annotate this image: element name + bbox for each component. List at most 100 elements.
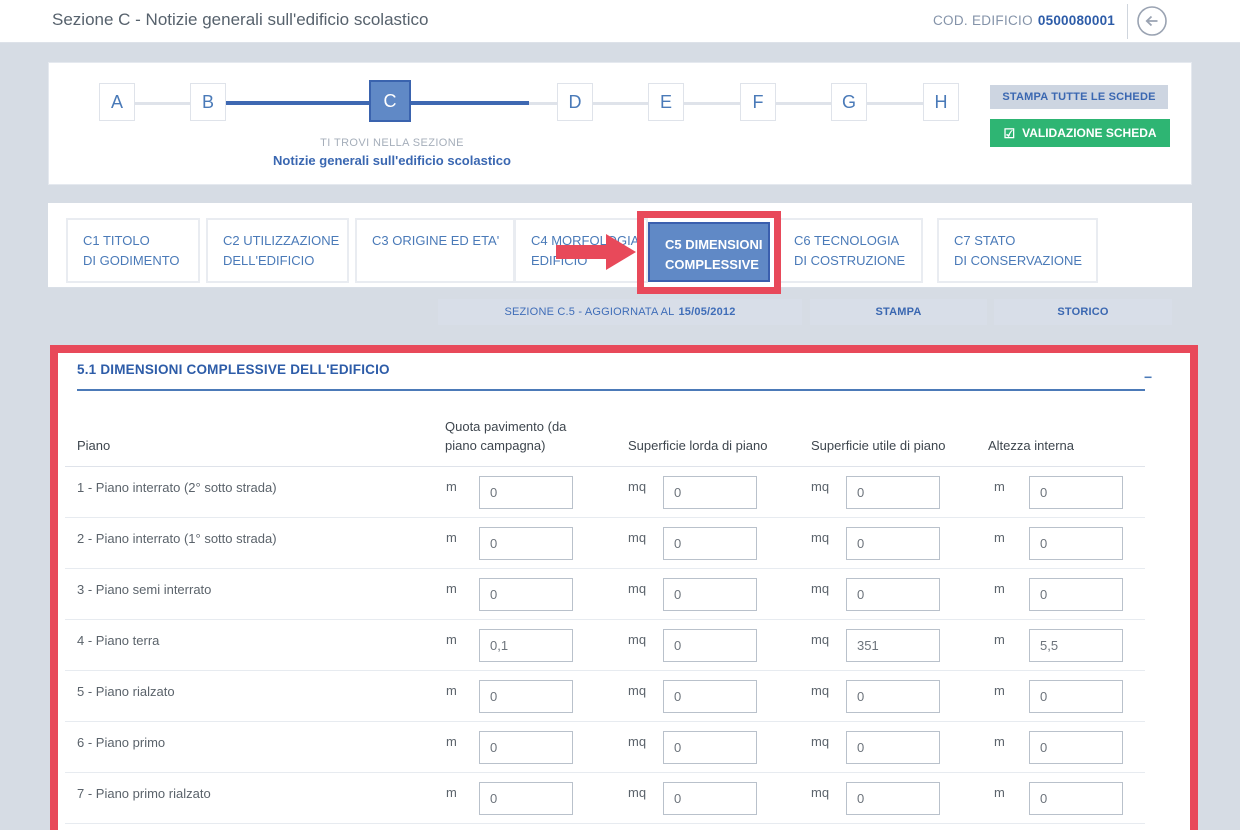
stepper-caption: TI TROVI NELLA SEZIONE: [242, 137, 542, 149]
tab-c5[interactable]: C5 DIMENSIONI COMPLESSIVE: [648, 222, 770, 282]
step-d[interactable]: D: [557, 83, 593, 121]
unit-label: m: [994, 683, 1005, 698]
unit-label: m: [994, 734, 1005, 749]
tab-c1[interactable]: C1 TITOLO DI GODIMENTO: [66, 218, 200, 283]
validate-button-label: VALIDAZIONE SCHEDA: [1022, 126, 1156, 140]
table-row: 1 - Piano interrato (2° sotto strada) m …: [65, 467, 1145, 518]
unit-label: m: [994, 581, 1005, 596]
collapse-button[interactable]: −: [1144, 369, 1152, 385]
altezza-input[interactable]: [1029, 476, 1123, 509]
quota-input[interactable]: [479, 782, 573, 815]
quota-input[interactable]: [479, 680, 573, 713]
floor-label: 3 - Piano semi interrato: [77, 582, 211, 597]
floors-table: 1 - Piano interrato (2° sotto strada) m …: [65, 467, 1145, 824]
quota-input[interactable]: [479, 527, 573, 560]
page-title: Sezione C - Notizie generali sull'edific…: [52, 10, 428, 30]
header-bar: Sezione C - Notizie generali sull'edific…: [0, 0, 1240, 43]
step-b[interactable]: B: [190, 83, 226, 121]
section-stepper-card: A B C D E F G H TI TROVI NELLA SEZIONE N…: [48, 62, 1192, 185]
lorda-input[interactable]: [663, 680, 757, 713]
floor-label: 4 - Piano terra: [77, 633, 159, 648]
unit-label: m: [446, 785, 457, 800]
stepper-section-name: Notizie generali sull'edificio scolastic…: [192, 153, 592, 168]
quota-input[interactable]: [479, 476, 573, 509]
column-header-altezza: Altezza interna: [988, 437, 1074, 456]
tab-c7[interactable]: C7 STATO DI CONSERVAZIONE: [937, 218, 1098, 283]
tab-c4[interactable]: C4 MORFOLOGIA EDIFICIO: [514, 218, 648, 283]
check-square-icon: ☑: [1003, 127, 1015, 140]
utile-input[interactable]: [846, 629, 940, 662]
table-row: 5 - Piano rialzato m mq mq m: [65, 671, 1145, 722]
lorda-input[interactable]: [663, 578, 757, 611]
tab-c3[interactable]: C3 ORIGINE ED ETA': [355, 218, 515, 283]
utile-input[interactable]: [846, 476, 940, 509]
unit-label: m: [446, 632, 457, 647]
print-button[interactable]: STAMPA: [810, 299, 987, 325]
column-header-lorda: Superficie lorda di piano: [628, 437, 767, 456]
unit-label: mq: [628, 530, 646, 545]
section-updated-badge: SEZIONE C.5 - AGGIORNATA AL15/05/2012: [438, 299, 802, 325]
unit-label: m: [994, 785, 1005, 800]
altezza-input[interactable]: [1029, 527, 1123, 560]
utile-input[interactable]: [846, 782, 940, 815]
lorda-input[interactable]: [663, 782, 757, 815]
unit-label: mq: [628, 581, 646, 596]
validate-button[interactable]: ☑ VALIDAZIONE SCHEDA: [990, 119, 1170, 147]
column-header-quota: Quota pavimento (da piano campagna): [445, 418, 615, 456]
unit-label: mq: [811, 785, 829, 800]
altezza-input[interactable]: [1029, 578, 1123, 611]
quota-input[interactable]: [479, 578, 573, 611]
unit-label: m: [446, 734, 457, 749]
unit-label: mq: [811, 632, 829, 647]
subsection-title: 5.1 DIMENSIONI COMPLESSIVE DELL'EDIFICIO: [77, 362, 390, 377]
step-c[interactable]: C: [369, 80, 411, 122]
quota-input[interactable]: [479, 731, 573, 764]
unit-label: m: [446, 683, 457, 698]
utile-input[interactable]: [846, 731, 940, 764]
utile-input[interactable]: [846, 578, 940, 611]
lorda-input[interactable]: [663, 476, 757, 509]
print-all-button[interactable]: STAMPA TUTTE LE SCHEDE: [990, 85, 1168, 109]
quota-input[interactable]: [479, 629, 573, 662]
building-code: COD. EDIFICIO 0500080001: [903, 13, 1115, 28]
unit-label: mq: [628, 632, 646, 647]
step-h[interactable]: H: [923, 83, 959, 121]
app: Sezione C - Notizie generali sull'edific…: [0, 0, 1240, 830]
utile-input[interactable]: [846, 680, 940, 713]
unit-label: mq: [628, 479, 646, 494]
back-button[interactable]: [1136, 5, 1168, 37]
unit-label: mq: [628, 785, 646, 800]
lorda-input[interactable]: [663, 731, 757, 764]
column-header-piano: Piano: [77, 437, 110, 456]
step-a[interactable]: A: [99, 83, 135, 121]
step-e[interactable]: E: [648, 83, 684, 121]
altezza-input[interactable]: [1029, 680, 1123, 713]
step-g[interactable]: G: [831, 83, 867, 121]
altezza-input[interactable]: [1029, 629, 1123, 662]
utile-input[interactable]: [846, 527, 940, 560]
unit-label: mq: [628, 734, 646, 749]
unit-label: mq: [811, 479, 829, 494]
building-code-label: COD. EDIFICIO: [933, 13, 1033, 28]
history-button[interactable]: STORICO: [994, 299, 1172, 325]
unit-label: m: [994, 479, 1005, 494]
section-updated-date: 15/05/2012: [678, 306, 735, 318]
floor-label: 2 - Piano interrato (1° sotto strada): [77, 531, 277, 546]
tab-c6[interactable]: C6 TECNOLOGIA DI COSTRUZIONE: [777, 218, 923, 283]
unit-label: mq: [811, 734, 829, 749]
arrow-left-circle-icon: [1136, 25, 1168, 40]
subsection-underline: [77, 389, 1145, 391]
altezza-input[interactable]: [1029, 782, 1123, 815]
unit-label: m: [446, 479, 457, 494]
header-divider: [1127, 4, 1128, 39]
tab-c2[interactable]: C2 UTILIZZAZIONE DELL'EDIFICIO: [206, 218, 349, 283]
building-code-value: 0500080001: [1038, 13, 1115, 28]
unit-label: mq: [811, 581, 829, 596]
table-row: 4 - Piano terra m mq mq m: [65, 620, 1145, 671]
floor-label: 5 - Piano rialzato: [77, 684, 175, 699]
altezza-input[interactable]: [1029, 731, 1123, 764]
step-f[interactable]: F: [740, 83, 776, 121]
floor-label: 1 - Piano interrato (2° sotto strada): [77, 480, 277, 495]
lorda-input[interactable]: [663, 629, 757, 662]
lorda-input[interactable]: [663, 527, 757, 560]
